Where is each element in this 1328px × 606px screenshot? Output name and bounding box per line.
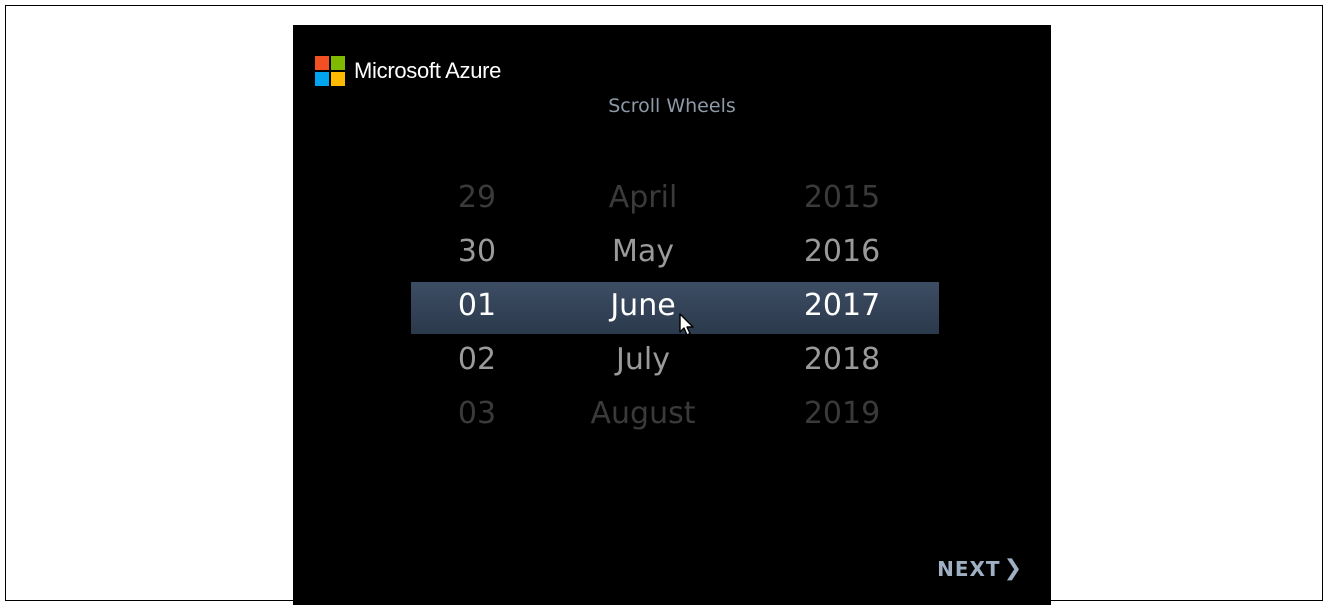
year-wheel-selected-item[interactable]: 2017: [780, 279, 904, 333]
microsoft-logo-icon: [315, 56, 345, 86]
page-title: Scroll Wheels: [608, 95, 736, 117]
year-wheel-item[interactable]: 2016: [780, 225, 904, 279]
month-wheel-item[interactable]: August: [551, 387, 735, 441]
month-wheel-item[interactable]: April: [551, 171, 735, 225]
year-wheel-item[interactable]: 2018: [780, 333, 904, 387]
month-wheel-item[interactable]: July: [551, 333, 735, 387]
day-wheel-selected-item[interactable]: 01: [447, 279, 507, 333]
day-wheel-item[interactable]: 30: [447, 225, 507, 279]
month-wheel[interactable]: April May June July August: [551, 171, 735, 441]
year-wheel-item[interactable]: 2015: [780, 171, 904, 225]
outer-frame: Microsoft Azure Scroll Wheels 29 30 01 0…: [5, 5, 1323, 605]
next-button-label: NEXT: [937, 556, 1001, 581]
year-wheel-item[interactable]: 2019: [780, 387, 904, 441]
brand-name: Microsoft Azure: [354, 58, 502, 83]
year-wheel[interactable]: 2015 2016 2017 2018 2019: [780, 171, 904, 441]
brand-header: Microsoft Azure: [315, 56, 501, 86]
day-wheel-item[interactable]: 29: [447, 171, 507, 225]
app-screen: Microsoft Azure Scroll Wheels 29 30 01 0…: [293, 25, 1051, 605]
day-wheel-item[interactable]: 02: [447, 333, 507, 387]
day-wheel-item[interactable]: 03: [447, 387, 507, 441]
next-button[interactable]: NEXT ❯: [937, 556, 1023, 581]
chevron-right-icon: ❯: [1003, 556, 1023, 581]
pointer-cursor-icon: [679, 313, 694, 336]
month-wheel-selected-item[interactable]: June: [551, 279, 735, 333]
month-wheel-item[interactable]: May: [551, 225, 735, 279]
day-wheel[interactable]: 29 30 01 02 03: [447, 171, 507, 441]
